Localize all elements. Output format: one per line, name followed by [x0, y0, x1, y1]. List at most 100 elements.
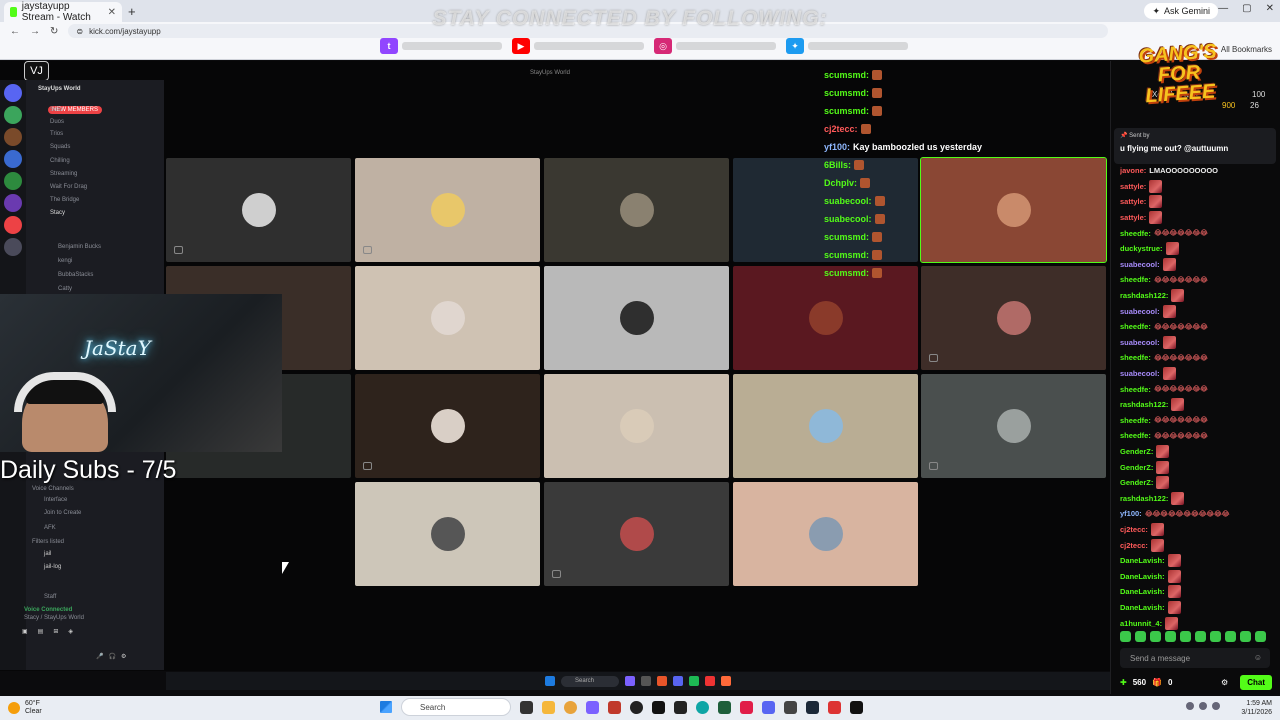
chat-username[interactable]: rashdash122:: [1120, 291, 1168, 300]
chat-username[interactable]: DaneLavish:: [1120, 556, 1165, 565]
discord-channel[interactable]: Interface: [44, 497, 67, 503]
emote-icon[interactable]: [1120, 631, 1131, 642]
chat-message[interactable]: sattyle:: [1120, 179, 1278, 195]
server-icon[interactable]: [4, 106, 22, 124]
app-icon[interactable]: [674, 700, 687, 714]
discord-channel[interactable]: Stacy: [50, 210, 65, 216]
chat-username[interactable]: rashdash122:: [1120, 494, 1168, 503]
video-tile[interactable]: [166, 158, 351, 262]
server-icon[interactable]: [4, 238, 22, 256]
wifi-icon[interactable]: [1186, 702, 1194, 710]
video-tile[interactable]: [544, 374, 729, 478]
app-icon[interactable]: [608, 700, 621, 714]
chat-username[interactable]: DaneLavish:: [1120, 587, 1165, 596]
chat-username[interactable]: cj2tecc:: [1120, 541, 1148, 550]
channel-points[interactable]: 560: [1133, 678, 1146, 687]
chat-send-button[interactable]: Chat: [1240, 674, 1272, 690]
chat-message[interactable]: sattyle:: [1120, 194, 1278, 210]
server-icon[interactable]: [4, 150, 22, 168]
file-explorer-icon[interactable]: [542, 700, 555, 714]
chat-username[interactable]: sheedfe:: [1120, 229, 1151, 238]
chrome-icon[interactable]: [564, 700, 577, 714]
chat-message[interactable]: GenderZ:: [1120, 459, 1278, 475]
chat-message[interactable]: a1hunnit_4:: [1120, 615, 1278, 631]
chat-username[interactable]: GenderZ:: [1120, 447, 1153, 456]
app-icon[interactable]: [784, 700, 797, 714]
video-tile[interactable]: [921, 374, 1106, 478]
chat-message[interactable]: suabecool:: [1120, 257, 1278, 273]
discord-channel[interactable]: jail: [44, 551, 51, 557]
discord-channel[interactable]: The Bridge: [50, 197, 79, 203]
chat-username[interactable]: duckystrue:: [1120, 244, 1163, 253]
chat-username[interactable]: suabecool:: [1120, 338, 1160, 347]
video-tile[interactable]: [355, 158, 540, 262]
discord-icon[interactable]: [762, 700, 775, 714]
emote-icon[interactable]: [1180, 631, 1191, 642]
close-window-button[interactable]: ✕: [1266, 3, 1274, 14]
chat-message[interactable]: sattyle:: [1120, 210, 1278, 226]
weather-widget[interactable]: 60°F Clear: [8, 700, 42, 716]
discord-channel[interactable]: jail-log: [44, 564, 61, 570]
chat-username[interactable]: GenderZ:: [1120, 463, 1153, 472]
discord-channel[interactable]: Squads: [50, 144, 70, 150]
chat-message[interactable]: sheedfe: 😂😂😂😂😂😂😂: [1120, 319, 1278, 335]
chat-username[interactable]: suabecool:: [1120, 307, 1160, 316]
server-icon[interactable]: [4, 128, 22, 146]
discord-member[interactable]: BubbaStacks: [58, 272, 93, 278]
video-tile[interactable]: [733, 374, 918, 478]
discord-channel[interactable]: Wait For Drag: [50, 184, 87, 190]
emote-icon[interactable]: [1165, 631, 1176, 642]
app-icon[interactable]: [652, 700, 665, 714]
chat-message[interactable]: sheedfe: 😂😂😂😂😂😂😂: [1120, 272, 1278, 288]
steam-icon[interactable]: [806, 700, 819, 714]
video-tile[interactable]: [355, 482, 540, 586]
chat-message[interactable]: sheedfe: 😂😂😂😂😂😂😂: [1120, 225, 1278, 241]
chat-message[interactable]: rashdash122:: [1120, 288, 1278, 304]
chat-message[interactable]: rashdash122:: [1120, 490, 1278, 506]
emote-icon[interactable]: [1135, 631, 1146, 642]
taskbar-search[interactable]: Search: [401, 698, 511, 716]
chat-message[interactable]: javone: LMAOOOOOOOOO: [1120, 163, 1278, 179]
app-icon[interactable]: [740, 700, 753, 714]
chat-username[interactable]: sheedfe:: [1120, 353, 1151, 362]
chat-message[interactable]: suabecool:: [1120, 335, 1278, 351]
chat-message[interactable]: suabecool:: [1120, 366, 1278, 382]
chat-message[interactable]: duckystrue:: [1120, 241, 1278, 257]
server-icon[interactable]: [4, 172, 22, 190]
chat-message[interactable]: sheedfe: 😂😂😂😂😂😂😂: [1120, 413, 1278, 429]
chat-username[interactable]: DaneLavish:: [1120, 603, 1165, 612]
discord-channel[interactable]: Join to Create: [44, 510, 81, 516]
video-tile[interactable]: [733, 482, 918, 586]
emote-icon[interactable]: [1255, 631, 1266, 642]
chat-message[interactable]: GenderZ:: [1120, 444, 1278, 460]
discord-channel[interactable]: Chilling: [50, 158, 70, 164]
server-icon[interactable]: [4, 216, 22, 234]
chat-message[interactable]: DaneLavish:: [1120, 568, 1278, 584]
chat-message[interactable]: sheedfe: 😂😂😂😂😂😂😂: [1120, 350, 1278, 366]
video-tile[interactable]: [355, 266, 540, 370]
chat-username[interactable]: sheedfe:: [1120, 322, 1151, 331]
volume-icon[interactable]: [1199, 702, 1207, 710]
app-icon[interactable]: [718, 700, 731, 714]
video-tile[interactable]: [921, 266, 1106, 370]
chat-username[interactable]: DaneLavish:: [1120, 572, 1165, 581]
chat-username[interactable]: sattyle:: [1120, 213, 1146, 222]
chat-message[interactable]: DaneLavish:: [1120, 553, 1278, 569]
discord-channel[interactable]: Solo: [50, 107, 62, 113]
discord-member[interactable]: kengi: [58, 258, 72, 264]
chat-username[interactable]: sheedfe:: [1120, 385, 1151, 394]
video-tile[interactable]: [355, 374, 540, 478]
chat-username[interactable]: GenderZ:: [1120, 478, 1153, 487]
chat-message[interactable]: rashdash122:: [1120, 397, 1278, 413]
emote-icon[interactable]: [1195, 631, 1206, 642]
chat-username[interactable]: sattyle:: [1120, 182, 1146, 191]
server-icon[interactable]: [4, 84, 22, 102]
video-tile[interactable]: [544, 266, 729, 370]
battery-icon[interactable]: [1212, 702, 1220, 710]
chat-input[interactable]: Send a message ☺: [1120, 648, 1270, 668]
chat-message[interactable]: cj2tecc:: [1120, 537, 1278, 553]
discord-channel[interactable]: Trios: [50, 131, 63, 137]
emoji-icon[interactable]: ☺: [1254, 653, 1262, 662]
windows-start-icon[interactable]: [380, 701, 392, 713]
chat-message[interactable]: DaneLavish:: [1120, 600, 1278, 616]
